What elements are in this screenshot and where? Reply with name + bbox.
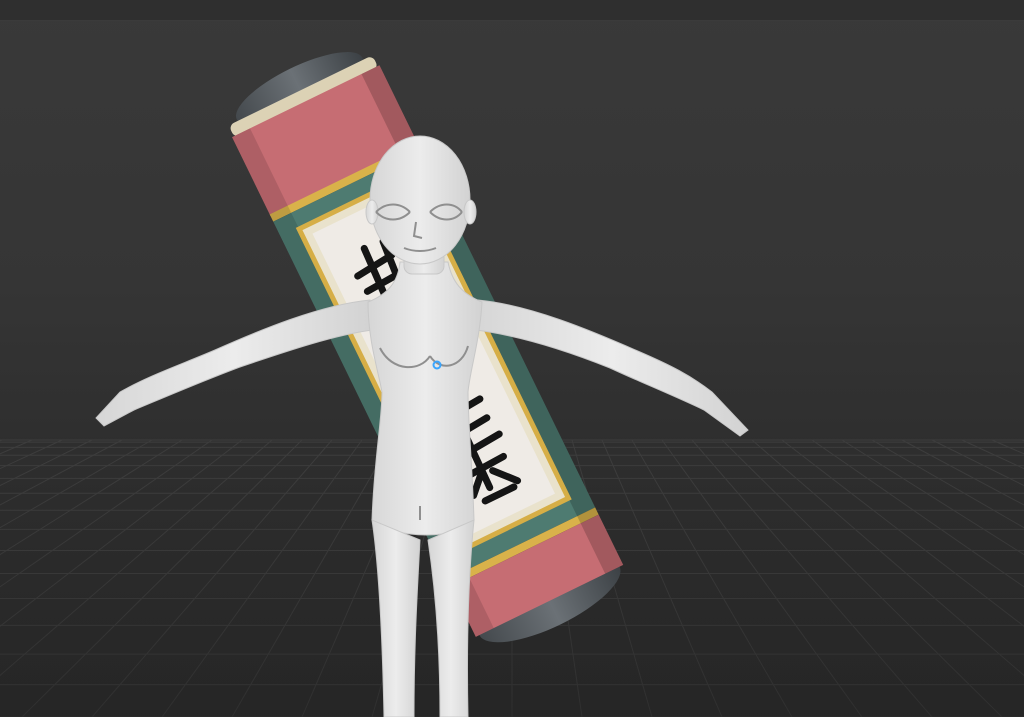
character-torso <box>367 261 483 536</box>
viewport-scene[interactable] <box>0 0 1024 717</box>
3d-viewport[interactable] <box>0 0 1024 717</box>
character-left-arm <box>95 299 373 427</box>
character-head <box>369 135 471 265</box>
character-right-ear <box>463 199 477 225</box>
